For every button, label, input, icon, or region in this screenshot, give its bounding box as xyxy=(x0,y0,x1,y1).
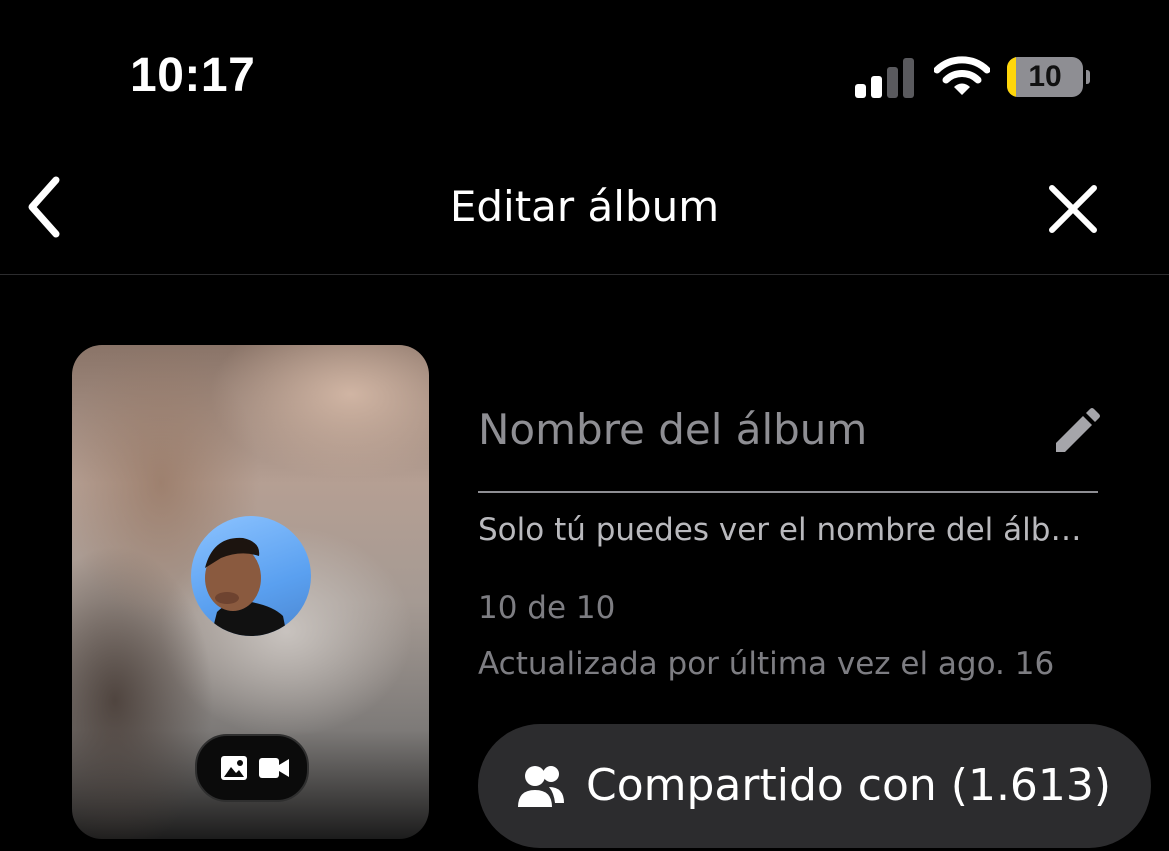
people-icon xyxy=(518,766,564,807)
edit-name-button[interactable] xyxy=(1052,408,1100,456)
privacy-note: Solo tú puedes ver el nombre del álbum xyxy=(478,512,1098,548)
avatar-portrait xyxy=(205,537,287,636)
video-icon xyxy=(259,758,289,778)
album-name-underline xyxy=(478,491,1098,493)
shared-with-button[interactable]: Compartido con (1.613) xyxy=(478,724,1151,848)
image-icon xyxy=(221,756,247,780)
media-type-pill xyxy=(195,734,309,802)
close-icon xyxy=(1049,185,1097,233)
close-button[interactable] xyxy=(1040,176,1106,242)
status-bar: 10:17 10 xyxy=(0,0,1169,130)
battery-icon: 10 xyxy=(1007,57,1090,99)
last-updated: Actualizada por última vez el ago. 16 xyxy=(478,646,1055,682)
page-title: Editar álbum xyxy=(449,182,720,231)
status-time: 10:17 xyxy=(130,49,256,102)
album-cover[interactable] xyxy=(72,345,429,839)
avatar xyxy=(191,516,311,636)
wifi-icon xyxy=(934,56,990,95)
shared-with-label: Compartido con (1.613) xyxy=(586,760,1112,811)
battery-level: 10 xyxy=(1028,60,1062,93)
nav-bar: Editar álbum xyxy=(0,140,1169,275)
album-name-field[interactable]: Nombre del álbum xyxy=(478,405,1038,454)
item-count: 10 de 10 xyxy=(478,590,616,626)
pencil-icon xyxy=(1056,408,1100,452)
cellular-signal-icon xyxy=(855,58,914,98)
